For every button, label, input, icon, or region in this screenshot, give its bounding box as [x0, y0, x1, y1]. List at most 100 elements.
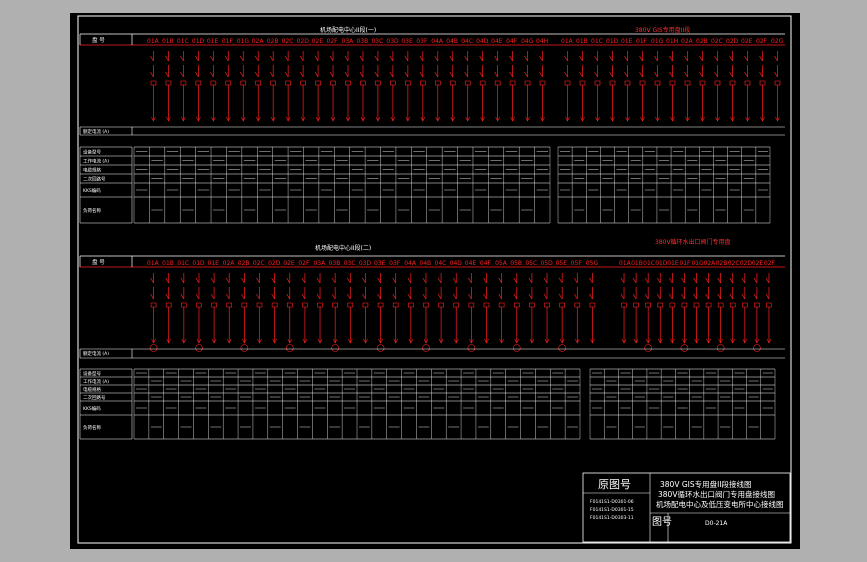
feeder-circuit: [620, 273, 627, 344]
title-block-fig-no: D0-21A: [705, 520, 728, 527]
bottom-panel-left-28: 05F: [571, 260, 583, 267]
feeder-circuit: [392, 273, 399, 344]
feeder-circuit: [269, 51, 276, 122]
feeder-circuit: [609, 51, 616, 122]
bottom-panel-left-15: 03E: [374, 260, 386, 267]
bottom-panels-right: 01A 01B 01C 01D 01E 01F 01G 02A 02B 02C 02D 02E 02F: [619, 260, 776, 267]
top-row-label-5: 负荷名称: [83, 207, 101, 214]
feeder-circuit: [256, 273, 263, 344]
feeder-circuit: [376, 273, 385, 352]
top-right-title: 380V GIS专用盘II段: [635, 26, 690, 34]
drawing-sheet: 机场配电中心II段(一) 380V GIS专用盘II段 盘 号 01A 01B 01…: [70, 13, 800, 549]
bottom-panel-left-21: 04E: [465, 260, 477, 267]
feeder-circuit: [299, 51, 306, 122]
top-panel-left-20: 04B: [446, 38, 458, 45]
bottom-panel-right-8: 02B: [716, 260, 728, 267]
top-panel-left-8: 02B: [267, 38, 279, 45]
bottom-panel-right-2: 01C: [643, 260, 655, 267]
bottom-row-label-current: 额定电流 (A): [83, 350, 109, 357]
feeder-circuit: [407, 273, 414, 344]
top-panel-right-2: 01C: [591, 38, 603, 45]
feeder-circuit: [329, 51, 336, 122]
feeder-circuit: [165, 51, 172, 122]
bottom-row-label-4: KKS编码: [83, 405, 101, 412]
feeder-circuit: [285, 273, 294, 352]
feeder-circuit: [498, 273, 505, 344]
feeder-circuit: [254, 51, 262, 122]
feeder-circuit: [558, 273, 566, 352]
feeder-circuit: [669, 273, 676, 344]
feeder-circuit: [524, 51, 531, 122]
title-block-header: 原图号: [598, 478, 631, 491]
feeder-circuit: [210, 51, 217, 122]
bottom-panel-right-0: 01A: [619, 260, 632, 267]
feeder-circuit: [464, 51, 471, 122]
title-block-line-1: 380V GIS专用盘II段接线图: [660, 479, 752, 489]
bottom-panels-left: 01A 01B 01C 01D 01E 02A 02B 02C 02D 02E 02F 03A 03B 0…: [147, 260, 599, 267]
bottom-panel-right-5: 01F: [679, 260, 691, 267]
feeder-circuit: [639, 51, 646, 122]
feeder-circuit: [301, 273, 308, 344]
feeder-circuit: [693, 273, 700, 344]
feeder-circuit: [654, 51, 661, 122]
feeder-circuit: [344, 51, 351, 122]
bottom-panel-left-4: 01E: [208, 260, 220, 267]
top-panel-left-6: 01G: [237, 38, 250, 45]
feeder-circuit: [239, 51, 247, 122]
feeder-circuit: [644, 273, 652, 352]
feeder-circuit: [579, 51, 586, 122]
top-panel-left-0: 01A: [147, 38, 160, 45]
feeder-circuit: [539, 51, 546, 122]
bottom-panel-left-20: 04D: [450, 260, 463, 267]
top-panel-left-12: 02F: [327, 38, 339, 45]
top-row-label-1: 工作电流 (A): [83, 158, 109, 165]
feeder-circuit: [389, 51, 396, 122]
top-panel-right-1: 01B: [576, 38, 588, 45]
top-panel-right-0: 01A: [561, 38, 574, 45]
bottom-row-label-1: 工作电流 (A): [83, 378, 109, 385]
top-panel-left-7: 02A: [252, 38, 265, 45]
title-block-ref-3: F0141S1-D0303-11: [590, 515, 634, 521]
top-panel-left-9: 02C: [282, 38, 294, 45]
top-left-title: 机场配电中心II段(一): [320, 26, 376, 34]
top-panel-left-24: 04F: [506, 38, 518, 45]
bottom-panel-left-1: 01B: [162, 260, 174, 267]
title-block-fig-label: 图号: [652, 516, 672, 528]
feeder-circuit: [741, 273, 748, 344]
feeder-circuit: [765, 273, 772, 344]
feeder-circuit: [180, 273, 187, 344]
feeder-circuit: [224, 51, 232, 122]
top-panel-right-13: 02F: [756, 38, 768, 45]
title-block-ref-2: F0141S1-D0301-15: [590, 507, 634, 513]
bottom-panel-left-26: 05D: [540, 260, 553, 267]
feeder-circuit: [699, 51, 706, 122]
bottom-panel-left-25: 05C: [525, 260, 537, 267]
top-panel-left-23: 04E: [491, 38, 503, 45]
bottom-panel-left-12: 03B: [329, 260, 341, 267]
bottom-panel-left-6: 02B: [238, 260, 250, 267]
bottom-panel-left-24: 05B: [510, 260, 522, 267]
feeder-circuit: [437, 273, 444, 344]
bottom-right-title: 380V循环水出口阀门专用盘: [655, 238, 731, 246]
feeder-circuit: [744, 51, 751, 122]
top-row-label-2: 电缆规格: [83, 167, 101, 174]
feeder-circuit: [774, 51, 781, 122]
bottom-panel-left-0: 01A: [147, 260, 160, 267]
bottom-panel-right-4: 01E: [667, 260, 679, 267]
bottom-panel-right-1: 01B: [631, 260, 643, 267]
top-panel-right-12: 02E: [741, 38, 753, 45]
bottom-row-label-3: 二次回路号: [83, 394, 106, 401]
top-panel-left-14: 03B: [356, 38, 368, 45]
title-block: 原图号 F0141S1-D0301-06 F0141S1-D0301-15 F0…: [582, 472, 791, 543]
bottom-panel-right-6: 01G: [691, 260, 704, 267]
bottom-panel-left-19: 04C: [435, 260, 447, 267]
feeder-circuit: [449, 51, 456, 122]
bottom-panel-left-5: 02A: [223, 260, 236, 267]
top-panel-right-6: 01G: [651, 38, 664, 45]
feeder-circuit: [479, 51, 486, 122]
feeder-circuit: [714, 51, 721, 122]
feeder-circuit: [483, 273, 490, 344]
feeder-circuit: [543, 273, 550, 344]
feeder-circuit: [346, 273, 354, 344]
top-panel-left-25: 04G: [521, 38, 534, 45]
